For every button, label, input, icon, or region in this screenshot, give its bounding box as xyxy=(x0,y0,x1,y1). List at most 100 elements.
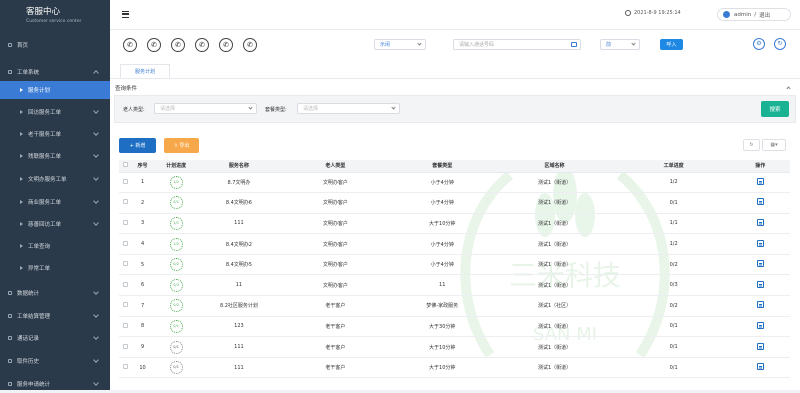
cell-action xyxy=(730,233,790,255)
phone-forward-icon[interactable]: ✆ xyxy=(243,38,257,52)
sidebar-item[interactable]: 服务计划 xyxy=(0,81,110,99)
phone-transfer-icon[interactable]: ✆ xyxy=(171,38,185,52)
row-checkbox[interactable] xyxy=(123,343,129,349)
row-checkbox-cell xyxy=(119,336,133,358)
table-row[interactable]: 4 1/2 8.4文明办2 文明办客户 小于4分钟 测试1（街道） 1/2 xyxy=(119,233,790,255)
package-type-select[interactable]: 请选择 xyxy=(297,103,400,114)
row-checkbox-cell xyxy=(119,213,133,235)
progress-ring: 0/1 xyxy=(169,340,183,354)
phone-hold-icon[interactable]: ✆ xyxy=(195,38,209,52)
sidebar-item[interactable]: 通话记录 xyxy=(0,329,110,347)
sidebar-item[interactable]: 慈善回访工单 xyxy=(0,215,110,233)
table-row[interactable]: 6 0/3 11 文明办客户 11 测试1（街道） 0/3 xyxy=(119,274,790,297)
phone-search-input[interactable]: 请输入通话号码 xyxy=(453,39,581,50)
detail-doc-icon[interactable] xyxy=(756,260,764,268)
sidebar-item[interactable]: 老干服务工单 xyxy=(0,125,110,143)
settings-icon[interactable]: ⚙ xyxy=(753,38,765,50)
phone-hangup-icon[interactable]: ✆ xyxy=(147,38,161,52)
sidebar-item[interactable]: 服务申请统计 xyxy=(0,375,110,393)
call-in-button[interactable]: 呼入 xyxy=(660,39,683,50)
table-row[interactable]: 7 0/2 8.2社区服务计划 老干客户 梦佛-家政服务 测试1（社区） 0/2 xyxy=(119,295,790,317)
tab-service-plan[interactable]: 服务计划 xyxy=(120,64,170,78)
user-box[interactable]: admin / 退出 xyxy=(717,8,791,21)
row-checkbox-cell xyxy=(119,295,133,317)
detail-doc-icon[interactable] xyxy=(756,198,764,206)
status-select[interactable]: 示闲 xyxy=(374,39,426,50)
query-header[interactable]: 查询条件 xyxy=(110,82,800,94)
search-button[interactable]: 搜索 xyxy=(761,101,789,117)
cell-no: 5 xyxy=(132,254,153,276)
table-row[interactable]: 2 0/1 8.4文明办6 文明办客户 小于4分钟 测试1（街道） 0/1 xyxy=(119,192,790,214)
username[interactable]: admin xyxy=(734,12,751,18)
detail-doc-icon[interactable] xyxy=(756,280,764,288)
phone-wifi-icon[interactable]: ✆ xyxy=(219,38,233,52)
sidebar-item-label: 慈善回访工单 xyxy=(28,222,62,228)
table-row[interactable]: 5 0/2 8.4文明办5 文明办客户 小于4分钟 测试1（街道） 0/2 xyxy=(119,254,790,276)
sidebar-item[interactable]: 文明办服务工单 xyxy=(0,170,110,188)
cell-order-progress: 0/3 xyxy=(616,274,731,297)
sidebar-item[interactable]: 首页 xyxy=(0,36,110,54)
sidebar-item[interactable]: 工单查询 xyxy=(0,237,110,255)
cell-order-progress: 1/2 xyxy=(616,233,731,255)
table-row[interactable]: 1 1/2 8.7文明办 文明办客户 小于4分钟 测试1（街道） 1/2 xyxy=(119,172,790,194)
detail-doc-icon[interactable] xyxy=(756,363,764,371)
cell-action xyxy=(730,172,790,194)
sidebar: 客服中心 Customer service center 首页 工单系统 服务计划回… xyxy=(0,0,110,390)
sidebar-item[interactable]: 数据统计 xyxy=(0,284,110,302)
bullet-icon xyxy=(20,88,23,92)
detail-doc-icon[interactable] xyxy=(756,177,764,185)
sidebar-item[interactable]: 回访服务工单 xyxy=(0,103,110,121)
sidebar-item-label: 工单系统 xyxy=(17,70,40,76)
row-checkbox[interactable] xyxy=(123,261,129,267)
combo-select[interactable]: 前 xyxy=(600,39,640,50)
service-plan-table: 序号 计划进度 服务名称 老人类型 套餐类型 区域名称 工单进度 操作 1 1/2 8.7文明办文… xyxy=(119,160,790,379)
sidebar-item[interactable]: 异常工单 xyxy=(0,259,110,277)
chevron-down-icon xyxy=(93,108,99,114)
refresh-icon[interactable]: ↻ xyxy=(774,38,786,50)
logout-link[interactable]: 退出 xyxy=(759,11,770,19)
row-checkbox[interactable] xyxy=(123,240,129,246)
row-checkbox[interactable] xyxy=(123,199,129,205)
elder-type-select[interactable]: 请选择 xyxy=(154,103,257,114)
add-button[interactable]: + 新增 xyxy=(119,138,156,153)
table-row[interactable]: 9 0/1 111 老干客户 大于10分钟 测试1（街道） 0/1 xyxy=(119,336,790,358)
table-row[interactable]: 3 1/1 111 文明办客户 大于10分钟 测试1（街道） 1/1 xyxy=(119,213,790,235)
sidebar-item[interactable]: 工单结算管理 xyxy=(0,307,110,325)
row-checkbox[interactable] xyxy=(123,364,129,370)
select-all-checkbox[interactable] xyxy=(123,162,129,168)
sidebar-item[interactable]: 残联服务工单 xyxy=(0,147,110,165)
table-row[interactable]: 10 0/1 111 老干客户 大于10分钟 测试1（街道） 0/1 xyxy=(119,357,790,379)
detail-doc-icon[interactable] xyxy=(756,301,764,309)
cell-action xyxy=(730,357,790,379)
sidebar-item[interactable]: 工单系统 xyxy=(0,63,110,81)
row-checkbox[interactable] xyxy=(123,281,129,287)
cell-package-type: 小于4分钟 xyxy=(392,254,493,276)
sidebar-item[interactable]: 商业服务工单 xyxy=(0,193,110,211)
detail-doc-icon[interactable] xyxy=(756,321,764,329)
chevron-down-icon xyxy=(93,220,99,226)
export-button[interactable]: ⇧ 导出 xyxy=(164,138,199,153)
column-header: 工单进度 xyxy=(616,160,731,173)
detail-doc-icon[interactable] xyxy=(756,342,764,350)
sidebar-item[interactable]: 取件历史 xyxy=(0,352,110,370)
cell-area: 测试1（街道） xyxy=(492,192,617,214)
detail-doc-icon[interactable] xyxy=(756,239,764,247)
row-checkbox[interactable] xyxy=(123,178,129,184)
chevron-up-icon[interactable] xyxy=(786,86,791,91)
row-checkbox[interactable] xyxy=(123,302,129,308)
cell-plan-progress: 0/1 xyxy=(153,336,200,358)
row-checkbox[interactable] xyxy=(123,322,129,328)
menu-toggle-icon[interactable] xyxy=(122,11,129,18)
keyboard-icon[interactable] xyxy=(571,42,577,47)
row-checkbox[interactable] xyxy=(123,219,129,225)
columns-toggle-button[interactable]: ▦▾ xyxy=(762,139,786,151)
refresh-table-button[interactable]: ↻ xyxy=(743,139,760,151)
phone-icon[interactable]: ✆ xyxy=(123,38,137,52)
cell-elder-type: 文明办客户 xyxy=(278,274,393,297)
column-header: 服务名称 xyxy=(199,160,279,173)
detail-doc-icon[interactable] xyxy=(756,218,764,226)
table-row[interactable]: 8 0/1 123 老干客户 大于30分钟 测试1（街道） 0/1 xyxy=(119,316,790,338)
progress-ring: 1/1 xyxy=(169,216,183,230)
cell-no: 6 xyxy=(132,274,153,297)
menu-icon xyxy=(8,359,12,363)
